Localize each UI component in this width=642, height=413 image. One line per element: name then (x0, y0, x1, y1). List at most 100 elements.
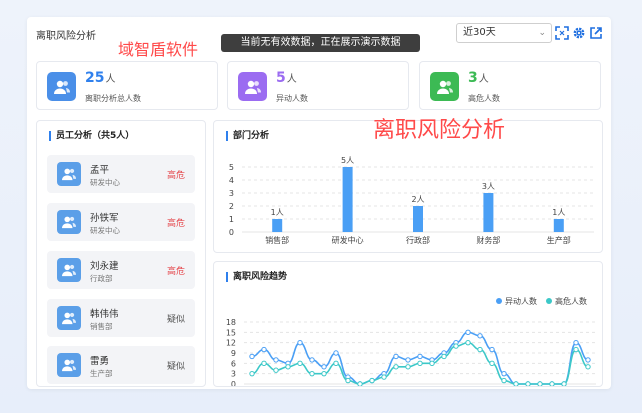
x-tick-label: 生产部 (547, 235, 571, 245)
users-icon (430, 72, 459, 101)
employee-dept: 研发中心 (90, 226, 120, 235)
employee-name: 孟平 (90, 165, 110, 176)
employee-dept: 行政部 (90, 274, 113, 283)
user-icon (57, 353, 81, 377)
employee-panel: 员工分析（共5人） 孟平 研发中心 高危 孙铁军 研发中心 高危 刘永建 行政部… (36, 120, 206, 387)
data-point (513, 381, 519, 386)
data-point (249, 370, 255, 377)
data-point (297, 360, 303, 367)
data-point (261, 346, 267, 353)
data-point (573, 339, 579, 346)
section-watermark-text: 离职风险分析 (373, 118, 506, 143)
y-tick-label: 3 (229, 189, 234, 198)
employee-card[interactable]: 韩伟伟 销售部 疑似 (47, 299, 195, 337)
export-icon[interactable] (589, 26, 603, 40)
stat-highrisk-value: 3 (468, 70, 478, 86)
data-point (273, 357, 279, 363)
employee-card[interactable]: 孙铁军 研发中心 高危 (47, 203, 195, 241)
data-point (333, 350, 339, 356)
users-icon (238, 72, 267, 101)
data-point (261, 360, 267, 367)
bar-data-label: 1人 (271, 208, 284, 217)
data-point (489, 346, 495, 353)
data-point (273, 367, 279, 373)
data-point (393, 353, 399, 360)
stat-total-unit: 人 (105, 74, 116, 85)
data-point (405, 364, 411, 370)
demo-data-banner: 当前无有效数据，正在展示演示数据 (221, 34, 420, 52)
data-point (381, 374, 387, 380)
x-tick-label: 销售部 (265, 235, 289, 245)
y-tick-label: 15 (226, 328, 236, 337)
employee-status: 高危 (166, 219, 185, 229)
user-icon (57, 162, 81, 186)
employee-status: 疑似 (166, 362, 185, 372)
employee-status: 疑似 (166, 315, 185, 325)
legend-label: 高危人数 (555, 296, 587, 306)
employee-status: 高危 (166, 171, 185, 181)
data-point (441, 353, 447, 360)
stat-highrisk-label: 高危人数 (468, 94, 500, 103)
data-point (333, 360, 339, 367)
users-icon (47, 72, 76, 101)
employee-card[interactable]: 孟平 研发中心 高危 (47, 155, 195, 193)
watermark-text: 域智盾软件 (118, 40, 199, 59)
y-tick-label: 12 (226, 339, 236, 348)
y-tick-label: 0 (229, 228, 234, 237)
y-tick-label: 1 (229, 215, 234, 224)
trend-line-chart: 03 6912 1518 异动人数 高危人数 (226, 296, 596, 386)
bar (342, 167, 353, 232)
bar (413, 206, 423, 232)
data-point (477, 346, 483, 353)
employee-panel-title: 员工分析（共5人） (49, 131, 134, 141)
data-point (321, 370, 327, 377)
y-tick-label: 9 (231, 349, 236, 358)
legend-marker (496, 298, 502, 304)
bar (272, 219, 283, 232)
legend-marker (546, 298, 552, 304)
data-point (321, 364, 327, 370)
y-tick-label: 6 (231, 359, 236, 368)
employee-name: 韩伟伟 (90, 309, 119, 320)
user-icon (57, 306, 81, 330)
stat-highrisk-unit: 人 (478, 74, 489, 85)
employee-dept: 研发中心 (90, 178, 120, 187)
x-tick-label: 行政部 (406, 235, 430, 245)
data-point (357, 381, 363, 386)
data-point (297, 339, 303, 346)
employee-card[interactable]: 刘永建 行政部 高危 (47, 251, 195, 289)
main-panel: 离职风险分析 域智盾软件 当前无有效数据，正在展示演示数据 近30天 ⌄ 25人… (27, 17, 611, 389)
y-tick-label: 0 (231, 380, 236, 386)
data-point (489, 360, 495, 367)
data-point (369, 377, 375, 384)
chevron-down-icon: ⌄ (538, 28, 546, 38)
bar (553, 219, 564, 232)
stat-abnormal-value: 5 (276, 70, 286, 86)
page-title: 离职风险分析 (36, 31, 96, 42)
data-point (465, 339, 471, 346)
gear-icon[interactable] (572, 26, 586, 40)
data-point (417, 360, 423, 367)
legend-label: 异动人数 (505, 296, 537, 306)
data-point (393, 364, 399, 370)
data-point (285, 364, 291, 370)
employee-name: 刘永建 (90, 261, 119, 272)
stat-abnormal-label: 异动人数 (276, 94, 308, 103)
x-tick-label: 研发中心 (332, 235, 364, 245)
data-point (309, 370, 315, 377)
y-tick-label: 4 (229, 176, 234, 185)
employee-name: 孙铁军 (90, 213, 119, 224)
y-tick-label: 3 (231, 370, 236, 379)
data-point (417, 353, 423, 360)
y-tick-label: 2 (229, 202, 234, 211)
employee-card[interactable]: 雷勇 生产部 疑似 (47, 346, 195, 384)
data-point (429, 360, 435, 367)
stat-card-total: 25人 离职分析总人数 (36, 61, 218, 110)
employee-status: 高危 (166, 267, 185, 277)
data-point (309, 357, 315, 363)
data-point (585, 364, 591, 370)
data-point (249, 353, 255, 360)
employee-name: 雷勇 (90, 356, 110, 367)
period-select[interactable]: 近30天 ⌄ (456, 23, 552, 43)
fullscreen-icon[interactable] (555, 26, 569, 40)
